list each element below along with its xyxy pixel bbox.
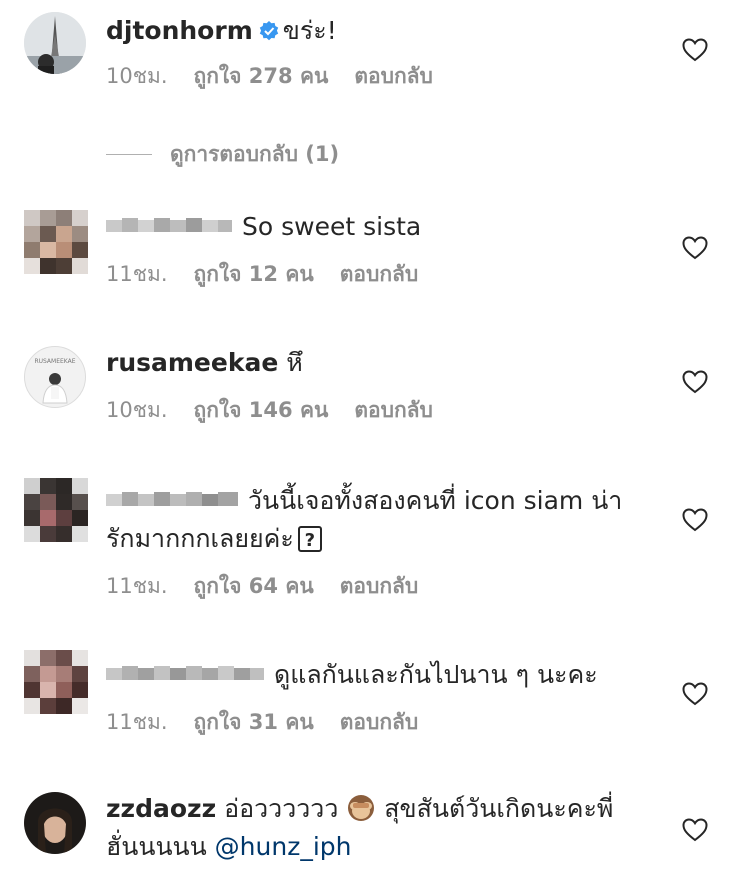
divider: [106, 154, 152, 155]
see-no-evil-monkey-emoji-icon: [348, 795, 375, 821]
timestamp: 10ชม.: [106, 64, 168, 88]
comment-text: ฮั่นนนนน: [106, 832, 207, 861]
likes-count[interactable]: ถูกใจ 64 คน: [194, 574, 314, 598]
likes-count[interactable]: ถูกใจ 278 คน: [194, 64, 329, 88]
heart-icon[interactable]: [682, 236, 708, 260]
blurred-username[interactable]: [106, 216, 234, 236]
username[interactable]: djtonhorm: [106, 16, 253, 45]
comment-text: ขร่ะ!: [282, 16, 337, 45]
timestamp: 10ชม.: [106, 398, 168, 422]
comment-text: รักมากกกเลยยค่ะ: [106, 524, 294, 553]
comment-meta: 11ชม. ถูกใจ 31 คน ตอบกลับ: [106, 706, 654, 739]
comment-line: ฮั่นนนนน @hunz_iph: [106, 828, 654, 866]
comment-line: zzdaozz อ่อวววววว สุขสันต์วันเกิดนะคะพี่: [106, 790, 654, 828]
avatar[interactable]: [24, 478, 88, 542]
avatar[interactable]: [24, 792, 86, 854]
likes-count[interactable]: ถูกใจ 31 คน: [194, 710, 314, 734]
avatar[interactable]: [24, 210, 88, 274]
heart-icon[interactable]: [682, 38, 708, 62]
comment-meta: 10ชม. ถูกใจ 146 คน ตอบกลับ: [106, 394, 654, 427]
likes-count[interactable]: ถูกใจ 146 คน: [194, 398, 329, 422]
verified-badge-icon: [259, 21, 278, 41]
comment-meta: 11ชม. ถูกใจ 64 คน ตอบกลับ: [106, 570, 654, 603]
comment-line: วันนี้เจอทั้งสองคนที่ icon siam น่า: [106, 482, 654, 520]
unsupported-emoji-icon: ?: [297, 526, 322, 552]
reply-button[interactable]: ตอบกลับ: [354, 64, 433, 88]
reply-button[interactable]: ตอบกลับ: [354, 398, 433, 422]
likes-count[interactable]: ถูกใจ 12 คน: [194, 262, 314, 286]
heart-icon[interactable]: [682, 682, 708, 706]
reply-button[interactable]: ตอบกลับ: [340, 262, 419, 286]
comment-line: ดูแลกันและกันไปนาน ๆ นะคะ: [106, 656, 654, 694]
blurred-username[interactable]: [106, 490, 240, 510]
username[interactable]: rusameekae: [106, 348, 278, 377]
timestamp: 11ชม.: [106, 262, 168, 286]
heart-icon[interactable]: [682, 818, 708, 842]
comment-line: rusameekae หึ: [106, 344, 654, 382]
heart-icon[interactable]: [682, 370, 708, 394]
avatar[interactable]: [24, 650, 88, 714]
username[interactable]: zzdaozz: [106, 794, 216, 823]
comment-text: หึ: [286, 348, 303, 377]
timestamp: 11ชม.: [106, 710, 168, 734]
comment-text: So sweet sista: [242, 212, 422, 241]
heart-icon[interactable]: [682, 508, 708, 532]
avatar-caption: RUSAMEEKAE: [34, 358, 75, 365]
avatar[interactable]: RUSAMEEKAE: [24, 346, 86, 408]
mention-link[interactable]: @hunz_iph: [215, 832, 352, 861]
comment-line: So sweet sista: [106, 208, 654, 246]
avatar[interactable]: [24, 12, 86, 74]
comment-text: ดูแลกันและกันไปนาน ๆ นะคะ: [274, 660, 598, 689]
reply-button[interactable]: ตอบกลับ: [340, 710, 419, 734]
view-replies-button[interactable]: ดูการตอบกลับ (1): [106, 138, 339, 171]
comment-line: รักมากกกเลยยค่ะ?: [106, 520, 654, 558]
comment-text: วันนี้เจอทั้งสองคนที่ icon siam น่า: [248, 486, 623, 515]
comment-text: สุขสันต์วันเกิดนะคะพี่: [384, 794, 614, 823]
reply-button[interactable]: ตอบกลับ: [340, 574, 419, 598]
comment-meta: 11ชม. ถูกใจ 12 คน ตอบกลับ: [106, 258, 654, 291]
blurred-username[interactable]: [106, 664, 266, 684]
comment-meta: 10ชม. ถูกใจ 278 คน ตอบกลับ: [106, 60, 654, 93]
comment-text: อ่อวววววว: [224, 794, 339, 823]
timestamp: 11ชม.: [106, 574, 168, 598]
view-replies-label: ดูการตอบกลับ (1): [170, 142, 340, 166]
comment-line: djtonhorm ขร่ะ!: [106, 12, 654, 50]
